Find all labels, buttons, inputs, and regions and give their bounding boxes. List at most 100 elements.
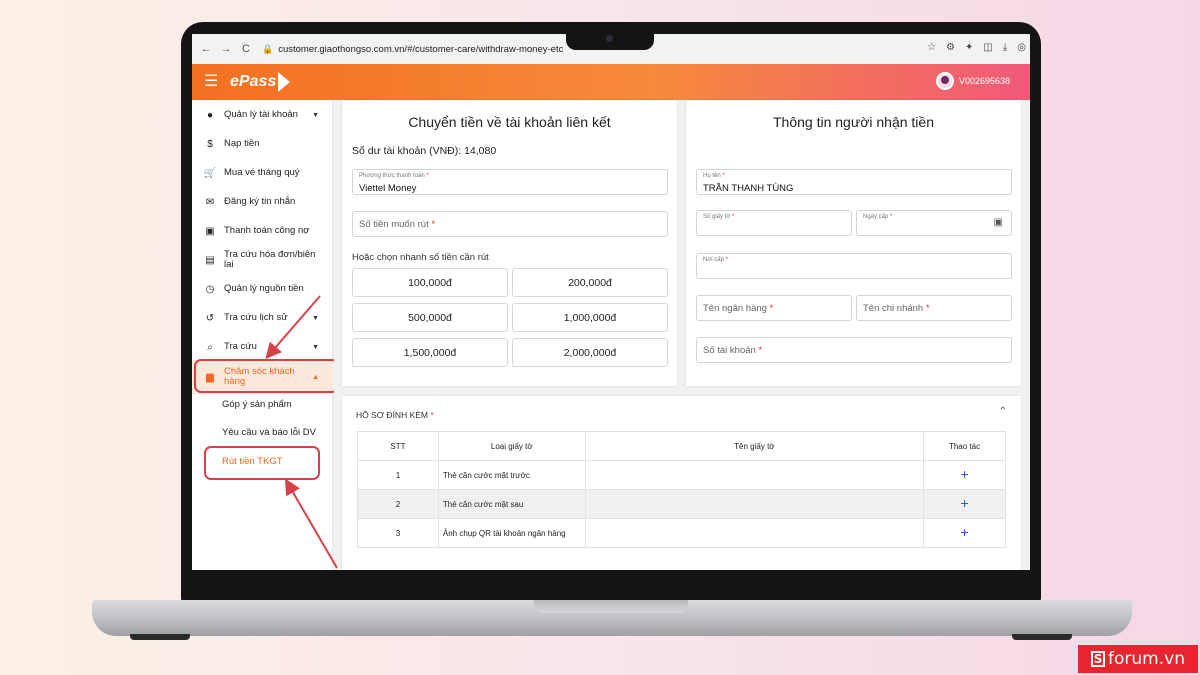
chevron-up-icon[interactable]: ⌃ [999, 406, 1007, 417]
withdraw-amount-input[interactable]: Số tiền muốn rút * [352, 211, 668, 237]
caret-down-icon: ▼ [312, 111, 319, 119]
issue-date-field[interactable]: Ngày cấp * ▣ [856, 210, 1012, 236]
sidebar-item-history[interactable]: ↺ Tra cứu lịch sử ▼ [192, 311, 333, 325]
field-label-text: Ngày cấp [863, 214, 889, 220]
laptop-foot [130, 634, 190, 640]
sidebar-item-label: Quản lý nguồn tiền [224, 283, 304, 294]
reload-icon[interactable]: C [236, 43, 256, 55]
sidebar-item-label: Tra cứu [224, 341, 257, 352]
forward-icon[interactable]: → [216, 43, 236, 55]
account-circle-icon: ● [206, 109, 214, 121]
sidebar-item-lookup[interactable]: ⌕ Tra cứu ▼ [192, 340, 333, 354]
watermark-logo-letter: S [1091, 651, 1106, 667]
back-icon[interactable]: ← [196, 43, 216, 55]
id-number-field[interactable]: Số giấy tờ * [696, 210, 852, 236]
row-stt: 2 [357, 489, 439, 519]
sidebar-item-funds[interactable]: ◷ Quản lý nguồn tiền [192, 282, 333, 296]
extension-icon[interactable]: ⚙ [946, 42, 955, 53]
annotation-box-withdraw [204, 446, 320, 480]
row-doc-type: Ảnh chụp QR tài khoản ngân hàng [437, 518, 586, 548]
recipient-card: Thông tin người nhận tiền Họ tên * TRẦN … [686, 100, 1021, 386]
row-stt: 3 [357, 518, 439, 548]
amount-button-1m[interactable]: 1,000,000đ [512, 303, 668, 332]
table-row: 3 Ảnh chụp QR tài khoản ngân hàng + [357, 518, 1006, 548]
column-header: STT [357, 431, 439, 461]
attachments-card: HỒ SƠ ĐÍNH KÈM * ⌃ STT Loại giấy tờ Tên … [342, 396, 1021, 570]
field-placeholder: Số tiền muốn rút * [359, 219, 435, 230]
account-balance: Số dư tài khoản (VNĐ): 14,080 [352, 145, 497, 157]
clock-icon: ◷ [205, 283, 215, 295]
add-icon[interactable]: + [960, 524, 968, 540]
sidebar-subitem-report[interactable]: Yêu cầu và báo lỗi DV [222, 427, 316, 438]
recipient-title: Thông tin người nhận tiền [773, 114, 934, 130]
required-mark: * [925, 303, 930, 314]
star-icon[interactable]: ☆ [927, 42, 936, 53]
field-placeholder: Số tài khoản * [703, 345, 762, 356]
sidebar-item-ticket[interactable]: 🛒 Mua vé tháng quý [192, 166, 333, 180]
attachments-title: HỒ SƠ ĐÍNH KÈM * [356, 410, 434, 420]
sidebar-item-label: Quản lý tài khoản [224, 109, 298, 120]
row-stt: 1 [357, 460, 439, 490]
row-action: + [923, 460, 1006, 490]
camera-notch [566, 28, 654, 50]
row-action: + [923, 518, 1006, 548]
screen: ← → C 🔒 customer.giaothongso.com.vn/#/cu… [192, 34, 1030, 570]
receipt-icon: ▤ [205, 254, 215, 266]
sidebar-item-label: Mua vé tháng quý [224, 167, 300, 178]
row-doc-name [584, 518, 925, 548]
required-mark: * [431, 219, 436, 230]
column-header: Thao tác [923, 431, 1006, 461]
issue-place-field[interactable]: Nơi cấp * [696, 253, 1012, 279]
sidebar-subitem-feedback[interactable]: Góp ý sản phẩm [222, 399, 292, 410]
required-mark: * [758, 345, 763, 356]
quick-amount-label: Hoặc chọn nhanh số tiền cần rút [352, 252, 489, 263]
field-placeholder-text: Số tài khoản [703, 345, 756, 356]
wallet-icon: ▣ [205, 225, 215, 237]
row-action: + [923, 489, 1006, 519]
row-doc-type: Thẻ căn cước mặt trước [437, 460, 586, 490]
sidebar-item-sms[interactable]: ✉ Đăng ký tin nhắn [192, 195, 333, 209]
sidebar-item-account[interactable]: ● Quản lý tài khoản ▼ [192, 108, 333, 122]
profile-icon[interactable]: ◎ [1017, 42, 1026, 53]
user-menu[interactable]: V002695638 [935, 72, 1010, 90]
history-icon: ↺ [205, 312, 215, 324]
search-icon: ⌕ [207, 341, 213, 353]
sidebar-item-label: Đăng ký tin nhắn [224, 196, 296, 207]
full-name-field[interactable]: Họ tên * TRẦN THANH TÙNG [696, 169, 1012, 195]
account-number-input[interactable]: Số tài khoản * [696, 337, 1012, 363]
sidebar-item-invoice[interactable]: ▤ Tra cứu hóa đơn/biên lai [192, 248, 333, 272]
menu-icon[interactable]: ☰ [204, 74, 220, 90]
main-content: Chuyển tiền về tài khoản liên kết Số dư … [334, 100, 1030, 570]
field-label: Nơi cấp * [703, 257, 728, 263]
bank-name-input[interactable]: Tên ngân hàng * [696, 295, 852, 321]
field-placeholder-text: Tên ngân hàng [703, 303, 767, 314]
url-text: customer.giaothongso.com.vn/#/customer-c… [278, 43, 564, 55]
amount-button-100k[interactable]: 100,000đ [352, 268, 508, 297]
field-label: Phương thức thanh toán * [359, 173, 429, 179]
calendar-icon[interactable]: ▣ [994, 217, 1003, 228]
sidebar-item-label: Tra cứu hóa đơn/biên lai [224, 249, 316, 270]
forum-watermark-logo: S forum.vn [1078, 645, 1198, 673]
payment-method-field[interactable]: Phương thức thanh toán * Viettel Money [352, 169, 668, 195]
amount-button-200k[interactable]: 200,000đ [512, 268, 668, 297]
field-placeholder-text: Số tiền muốn rút [359, 219, 429, 230]
epass-logo[interactable]: ePass [230, 72, 291, 92]
sidebar-item-debt[interactable]: ▣ Thanh toán công nợ [192, 224, 333, 238]
add-icon[interactable]: + [960, 495, 968, 511]
address-bar[interactable]: 🔒 customer.giaothongso.com.vn/#/customer… [262, 44, 563, 55]
table-header-row: STT Loại giấy tờ Tên giấy tờ Thao tác [357, 431, 1006, 461]
download-icon[interactable]: ⤓ [1003, 42, 1007, 53]
cart-icon: 🛒 [203, 167, 217, 179]
sidepanel-icon[interactable]: ◫ [983, 42, 992, 53]
puzzle-icon[interactable]: ✦ [965, 42, 973, 53]
camera-icon [606, 35, 613, 42]
amount-button-500k[interactable]: 500,000đ [352, 303, 508, 332]
required-mark: * [725, 257, 728, 263]
field-label: Số giấy tờ * [703, 214, 734, 220]
branch-name-input[interactable]: Tên chi nhánh * [856, 295, 1012, 321]
add-icon[interactable]: + [960, 466, 968, 482]
amount-button-2m[interactable]: 2,000,000đ [512, 338, 668, 367]
sidebar-item-topup[interactable]: $ Nạp tiền [192, 137, 333, 151]
watermark-text: forum.vn [1108, 649, 1185, 669]
amount-button-1-5m[interactable]: 1,500,000đ [352, 338, 508, 367]
